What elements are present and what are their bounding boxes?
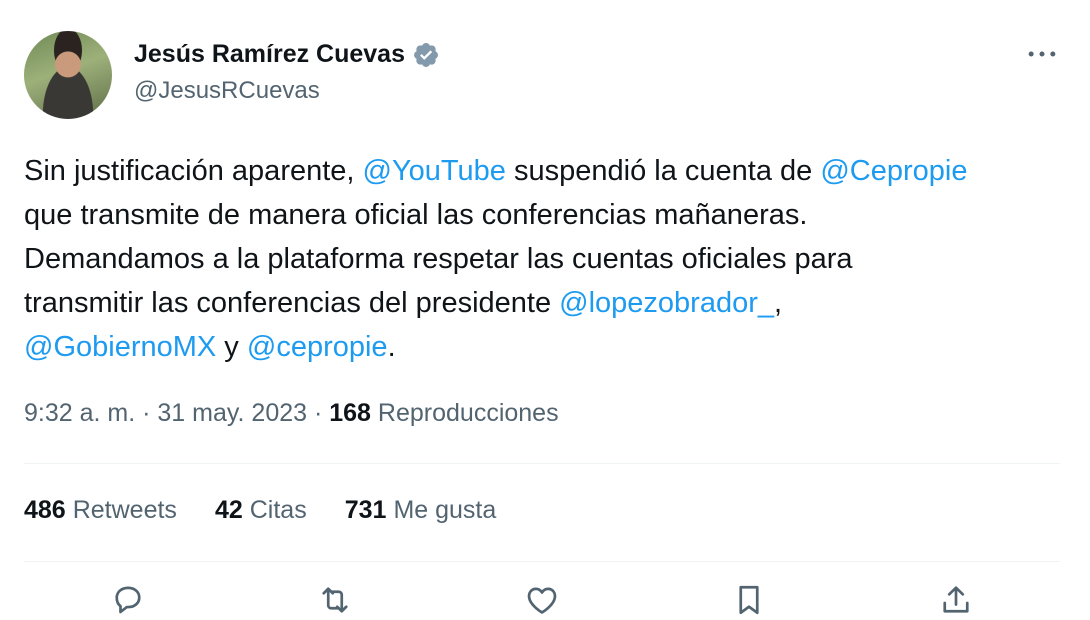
tweet-text-segment: Sin justificación aparente, [24, 155, 363, 187]
reply-icon[interactable] [108, 580, 148, 620]
tweet-text: Sin justificación aparente, @YouTube sus… [24, 149, 1074, 369]
retweet-icon[interactable] [315, 580, 355, 620]
tweet-time[interactable]: 9:32 a. m. [24, 399, 135, 427]
tweet-line: @GobiernoMX y @cepropie. [24, 325, 1074, 369]
tweet-line: que transmite de manera oficial las conf… [24, 199, 808, 231]
tweet-text-segment: , [774, 287, 783, 319]
action-bar [0, 580, 1090, 620]
likes-label: Me gusta [393, 496, 497, 524]
mention-link[interactable]: @cepropie [247, 331, 388, 363]
tweet-line: Sin justificación aparente, @YouTube sus… [24, 149, 1074, 193]
share-icon[interactable] [936, 580, 976, 620]
retweets-count: 486 [24, 496, 66, 524]
verified-badge-icon [412, 41, 440, 69]
retweets-label: Retweets [72, 496, 177, 524]
tweet-meta: 9:32 a. m. · 31 may. 2023 · 168 Reproduc… [24, 399, 559, 428]
tweet-text-segment: transmitir las conferencias del presiden… [24, 287, 560, 319]
quotes-count: 42 [214, 496, 243, 524]
views-label: Reproducciones [370, 399, 559, 427]
tweet-line: Demandamos a la plataforma respetar las … [24, 243, 853, 275]
mention-link[interactable]: @GobiernoMX [24, 331, 216, 363]
like-icon[interactable] [522, 580, 562, 620]
mention-link[interactable]: @YouTube [363, 155, 506, 187]
quotes-stat[interactable]: 42 Citas [215, 496, 307, 525]
divider [24, 561, 1060, 562]
views-count: 168 [329, 399, 371, 427]
mention-link[interactable]: @lopezobrador_ [559, 287, 774, 319]
meta-separator: · [135, 399, 158, 427]
more-options-icon[interactable] [1024, 40, 1060, 68]
engagement-stats: 486 Retweets 42 Citas 731 Me gusta [24, 496, 496, 525]
likes-stat[interactable]: 731 Me gusta [345, 496, 497, 525]
tweet-text-segment: . [387, 331, 396, 363]
avatar[interactable] [24, 31, 112, 119]
author-handle[interactable]: @JesusRCuevas [134, 77, 320, 105]
divider [24, 463, 1060, 464]
quotes-label: Citas [249, 496, 307, 524]
tweet-text-segment: suspendió la cuenta de [505, 155, 821, 187]
mention-link[interactable]: @Cepropie [820, 155, 967, 187]
author-name[interactable]: Jesús Ramírez Cuevas [134, 40, 405, 69]
tweet-line: transmitir las conferencias del presiden… [24, 281, 1074, 325]
tweet-text-segment: y [216, 331, 247, 363]
author-name-row: Jesús Ramírez Cuevas [134, 40, 440, 69]
bookmark-icon[interactable] [729, 580, 769, 620]
likes-count: 731 [344, 496, 387, 524]
meta-separator: · [307, 399, 330, 427]
retweets-stat[interactable]: 486 Retweets [24, 496, 177, 525]
tweet-date[interactable]: 31 may. 2023 [157, 399, 307, 427]
